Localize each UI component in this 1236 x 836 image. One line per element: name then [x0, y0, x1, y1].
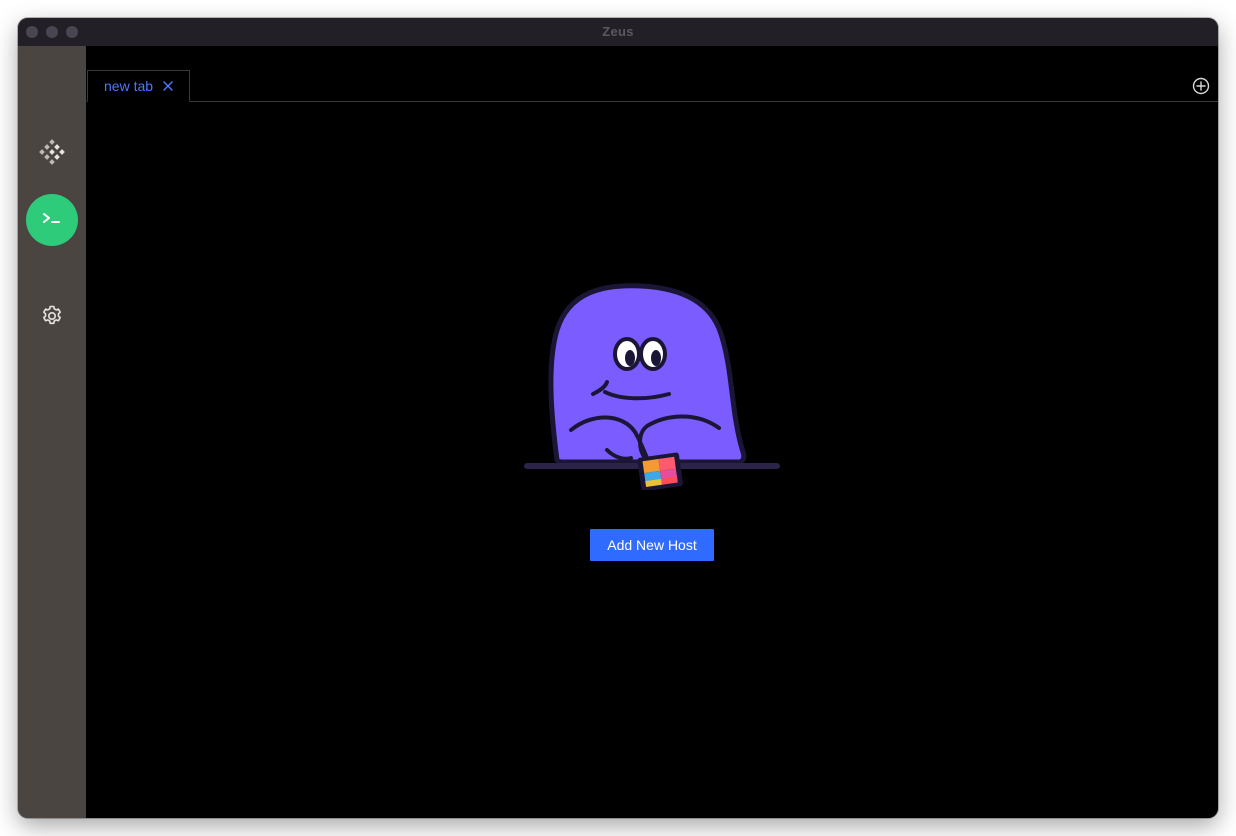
tab-bar: new tab [86, 46, 1218, 102]
title-bar: Zeus [18, 18, 1218, 46]
terminal-nav-button[interactable] [26, 194, 78, 246]
app-window: Zeus new tab Add New Host [18, 18, 1218, 818]
window-title: Zeus [602, 24, 634, 39]
diamond-grid-icon[interactable] [38, 138, 66, 166]
mascot-illustration [521, 274, 783, 492]
terminal-icon [41, 211, 63, 230]
main-content: new tab Add New Host [86, 46, 1218, 818]
add-new-host-button[interactable]: Add New Host [590, 529, 714, 561]
tab-new-tab[interactable]: new tab [87, 70, 191, 102]
gear-icon[interactable] [40, 304, 64, 328]
close-icon[interactable] [161, 79, 175, 93]
sidebar [18, 46, 86, 818]
tab-label: new tab [104, 78, 154, 94]
plus-circle-icon[interactable] [1192, 77, 1210, 95]
